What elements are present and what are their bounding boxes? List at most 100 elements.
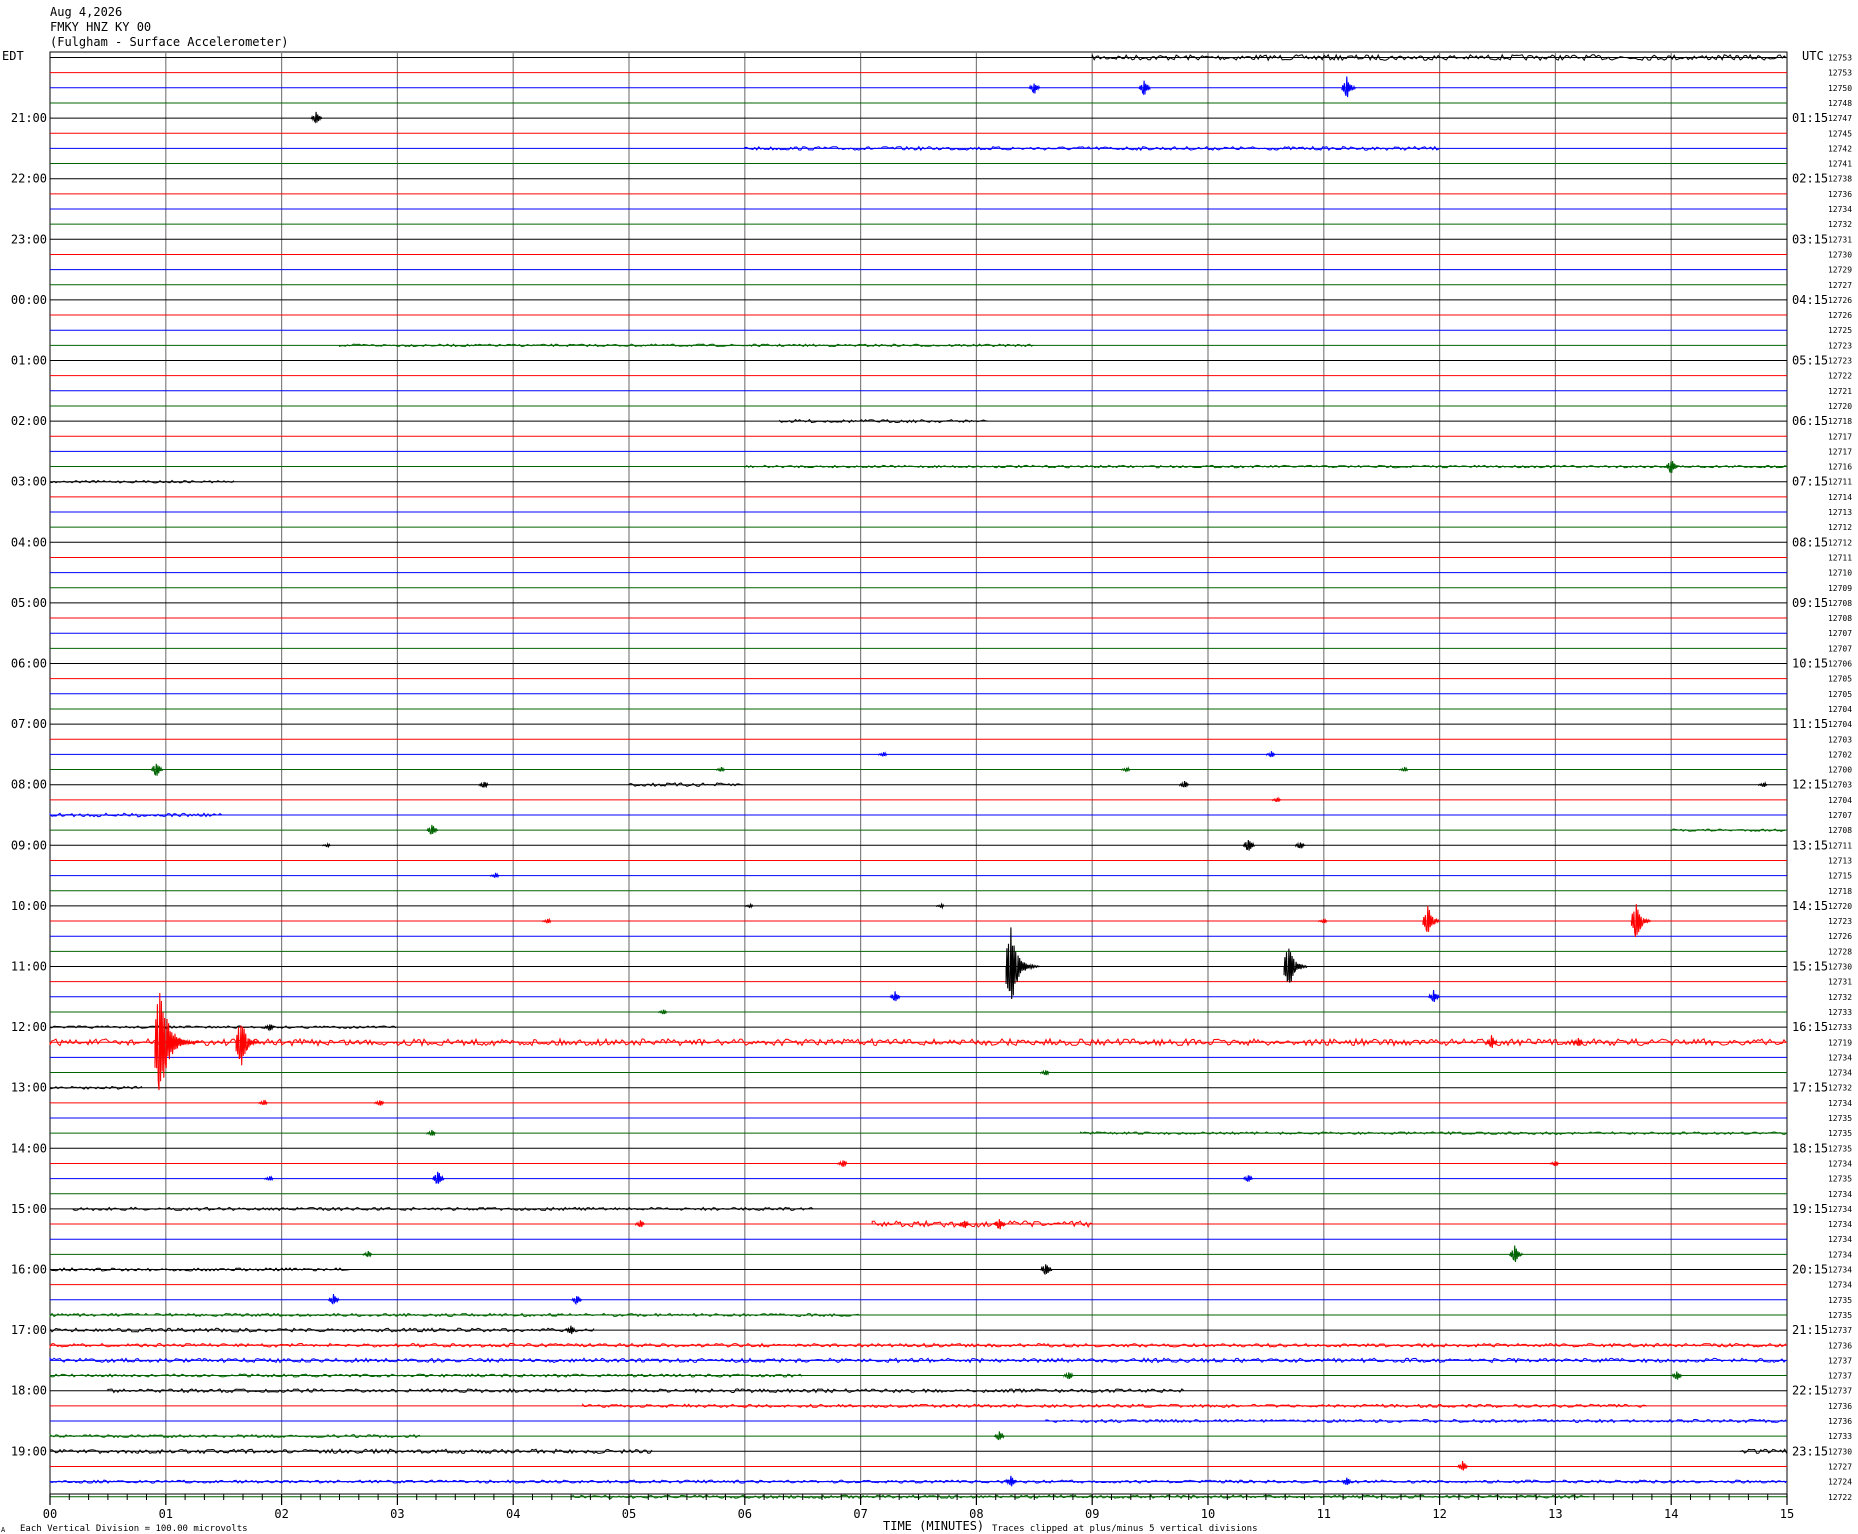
x-tick-label: 00 (43, 1507, 57, 1521)
trace-value-label: 12715 (1828, 872, 1852, 881)
trace-value-label: 12734 (1828, 1281, 1852, 1290)
trace-value-label: 12747 (1828, 114, 1852, 123)
seismic-event-mark (658, 1009, 668, 1015)
trace-value-label: 12731 (1828, 978, 1852, 987)
edt-hour-label: 10:00 (11, 899, 47, 913)
trace-value-label: 12734 (1828, 205, 1852, 214)
edt-hour-label: 14:00 (11, 1141, 47, 1155)
trace-value-label: 12707 (1828, 644, 1852, 653)
seismic-event-mark (1242, 1175, 1253, 1182)
trace-value-label: 12753 (1828, 69, 1852, 78)
trace-value-label: 12720 (1828, 902, 1852, 911)
utc-hour-label: 12:15 (1792, 778, 1828, 792)
edt-hour-label: 23:00 (11, 232, 47, 246)
trace-value-label: 12736 (1828, 1341, 1852, 1350)
seismic-event-mark (1040, 1264, 1053, 1276)
trace-value-label: 12735 (1828, 1114, 1852, 1123)
trace-value-label: 12738 (1828, 175, 1852, 184)
x-tick-label: 14 (1664, 1507, 1678, 1521)
trace-value-label: 12704 (1828, 705, 1852, 714)
utc-hour-label: 11:15 (1792, 717, 1828, 731)
trace-value-label: 12726 (1828, 932, 1852, 941)
trace-value-label: 12732 (1828, 1084, 1852, 1093)
trace-value-label: 12718 (1828, 887, 1852, 896)
edt-hour-label: 16:00 (11, 1263, 47, 1277)
trace-value-label: 12734 (1828, 1250, 1852, 1259)
x-tick-label: 15 (1780, 1507, 1794, 1521)
trace-value-label: 12707 (1828, 629, 1852, 638)
trace-value-label: 12703 (1828, 781, 1852, 790)
helicorder-plot: 00 01 02 03 04 05 06 07 08 09 10 11 12 13 14 1521:0022:… (1, 49, 1852, 1534)
trace-value-label: 12709 (1828, 584, 1852, 593)
seismic-event-mark (1179, 781, 1190, 788)
seismic-event-mark (571, 1296, 582, 1306)
division-note: Each Vertical Division = 100.00 microvol… (20, 1524, 248, 1534)
x-tick-label: 04 (506, 1507, 520, 1521)
trace-value-label: 12717 (1828, 447, 1852, 456)
seismic-event-mark (1671, 1371, 1683, 1380)
x-tick-label: 09 (1085, 1507, 1099, 1521)
trace-value-label: 12718 (1828, 417, 1852, 426)
trace-value-label: 12734 (1828, 1053, 1852, 1062)
utc-hour-label: 10:15 (1792, 657, 1828, 671)
seismic-event-mark (716, 766, 726, 773)
trace-value-label: 12742 (1828, 144, 1852, 153)
utc-hour-label: 01:15 (1792, 111, 1828, 125)
x-axis-title: TIME (MINUTES) (883, 1519, 984, 1533)
seismic-events (150, 76, 1768, 1487)
plot-frame (49, 51, 1788, 1495)
utc-hour-label: 16:15 (1792, 1020, 1828, 1034)
seismic-event-mark (1028, 83, 1041, 94)
trace-value-label: 12730 (1828, 963, 1852, 972)
seismic-event-mark (150, 763, 163, 776)
seismic-event-mark (1271, 796, 1281, 802)
seismic-event-mark (1428, 990, 1440, 1003)
x-tick-label: 03 (390, 1507, 404, 1521)
seismic-event-mark (1005, 927, 1041, 1000)
trace-value-label: 12734 (1828, 1159, 1852, 1168)
seismic-event-mark (235, 1025, 260, 1066)
trace-value-label: 12733 (1828, 1023, 1852, 1032)
utc-hour-label: 15:15 (1792, 960, 1828, 974)
trace-value-label: 12702 (1828, 750, 1852, 759)
trace-value-label: 12733 (1828, 1008, 1852, 1017)
trace-value-label: 12735 (1828, 1144, 1852, 1153)
seismic-event-mark (264, 1175, 274, 1182)
trace-value-label: 12714 (1828, 493, 1852, 502)
seismic-event-mark (374, 1100, 385, 1106)
trace-noise (49, 479, 235, 484)
edt-hour-label: 15:00 (11, 1202, 47, 1216)
trace-value-label: 12729 (1828, 266, 1852, 275)
seismic-event-mark (310, 111, 323, 124)
utc-hour-label: 09:15 (1792, 596, 1828, 610)
seismic-event-mark (258, 1099, 268, 1106)
trace-value-label: 12745 (1828, 129, 1852, 138)
trace-value-label: 12736 (1828, 190, 1852, 199)
edt-hour-label: 07:00 (11, 717, 47, 731)
trace-value-label: 12713 (1828, 508, 1852, 517)
trace-value-label: 12753 (1828, 54, 1852, 63)
corner-mark: A (1, 1526, 6, 1534)
seismic-event-mark (432, 1171, 445, 1184)
edt-hour-label: 04:00 (11, 535, 47, 549)
x-tick-label: 06 (738, 1507, 752, 1521)
trace-value-label: 12723 (1828, 917, 1852, 926)
trace-value-label: 12717 (1828, 432, 1852, 441)
axis-labels: 00 01 02 03 04 05 06 07 08 09 10 11 12 13 14 1521:0022:… (11, 54, 1852, 1522)
utc-hour-label: 02:15 (1792, 172, 1828, 186)
seismic-event-mark (959, 1220, 970, 1228)
trace-value-label: 12734 (1828, 1205, 1852, 1214)
trace-value-label: 12728 (1828, 947, 1852, 956)
trace-value-label: 12705 (1828, 690, 1852, 699)
utc-hour-label: 13:15 (1792, 838, 1828, 852)
trace-value-label: 12722 (1828, 372, 1852, 381)
trace-value-label: 12750 (1828, 84, 1852, 93)
seismic-event-mark (1063, 1371, 1074, 1380)
trace-value-label: 12736 (1828, 1417, 1852, 1426)
trace-noise (570, 1494, 1590, 1499)
trace-value-label: 12712 (1828, 523, 1852, 532)
edt-hour-label: 17:00 (11, 1323, 47, 1337)
x-tick-label: 02 (274, 1507, 288, 1521)
utc-hour-label: 17:15 (1792, 1081, 1828, 1095)
seismic-event-mark (878, 751, 888, 757)
